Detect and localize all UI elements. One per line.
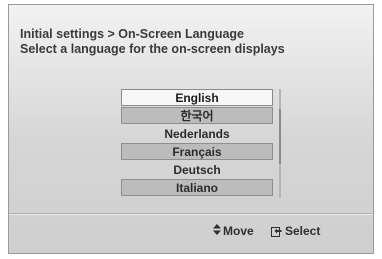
select-hint: Select bbox=[271, 224, 320, 238]
enter-icon bbox=[271, 226, 282, 237]
dialog-header: Initial settings > On-Screen Language Se… bbox=[20, 27, 330, 57]
footer-divider-highlight bbox=[9, 214, 373, 215]
language-option-korean[interactable]: 한국어 bbox=[121, 107, 273, 124]
breadcrumb: Initial settings > On-Screen Language bbox=[20, 27, 245, 41]
list-scrollbar[interactable] bbox=[279, 89, 281, 198]
move-hint: Move bbox=[213, 224, 254, 238]
scrollbar-thumb[interactable] bbox=[279, 109, 281, 164]
up-down-arrows-icon bbox=[213, 224, 221, 238]
select-label: Select bbox=[285, 224, 321, 238]
language-option-french[interactable]: Français bbox=[121, 143, 273, 160]
language-option-german[interactable]: Deutsch bbox=[121, 161, 273, 178]
language-option-english[interactable]: English bbox=[121, 89, 273, 106]
move-label: Move bbox=[223, 224, 254, 238]
instruction-text: Select a language for the on-screen disp… bbox=[20, 42, 285, 56]
language-option-dutch[interactable]: Nederlands bbox=[121, 125, 273, 142]
language-list: English 한국어 Nederlands Français Deutsch … bbox=[121, 89, 273, 197]
language-option-italian[interactable]: Italiano bbox=[121, 179, 273, 196]
